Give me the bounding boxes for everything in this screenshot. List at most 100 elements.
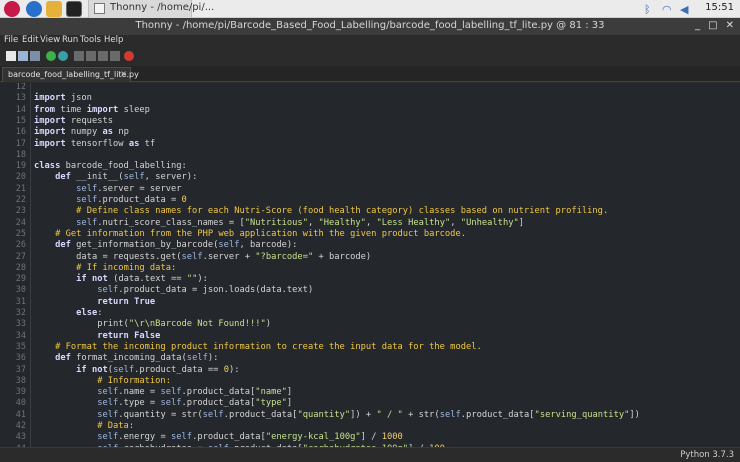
line-number: 22 [15,195,26,205]
code-line[interactable]: # If incoming data: [34,263,176,273]
open-file-icon[interactable] [18,51,28,61]
line-number: 24 [15,217,26,228]
raspberry-menu-icon[interactable] [4,1,20,17]
close-icon[interactable]: ✕ [726,20,734,31]
code-line[interactable]: self.name = self.product_data["name"] [34,387,292,397]
line-number: 18 [15,149,26,160]
volume-icon[interactable]: ◀ [680,3,688,16]
resume-icon[interactable] [110,51,120,61]
line-number: 23 [15,206,26,217]
maximize-icon[interactable]: □ [708,20,717,31]
menu-run[interactable]: Run [62,35,78,45]
taskbar-thonny-task[interactable]: Thonny - /home/pi/... [88,0,214,18]
system-taskbar: Thonny - /home/pi/... ᛒ ◠ ◀ 15:51 [0,0,740,18]
stop-icon[interactable] [124,51,134,61]
code-line[interactable]: self.server = server [34,184,181,194]
line-number: 12 [15,83,26,92]
code-line[interactable]: else: [34,308,102,318]
step-into-icon[interactable] [86,51,96,61]
window-title: Thonny - /home/pi/Barcode_Based_Food_Lab… [135,20,605,31]
menu-file[interactable]: File [4,35,18,45]
line-number: 25 [15,228,26,239]
code-line[interactable]: if not(self.product_data == 0): [34,365,239,375]
code-line[interactable]: # Information: [34,376,171,386]
step-over-icon[interactable] [74,51,84,61]
code-line[interactable]: self.product_data = json.loads(data.text… [34,285,313,295]
line-number: 41 [15,409,26,420]
code-line[interactable]: self.nutri_score_class_names = ["Nutriti… [34,218,524,228]
line-number: 14 [15,104,26,115]
code-line[interactable]: self.quantity = str(self.product_data["q… [34,410,640,420]
wifi-icon[interactable]: ◠ [662,3,672,16]
line-number: 43 [15,432,26,443]
line-number: 30 [15,285,26,296]
minimize-icon[interactable]: _ [695,20,700,31]
bluetooth-icon[interactable]: ᛒ [644,3,651,16]
clock[interactable]: 15:51 [705,2,734,13]
code-line[interactable]: print("\r\nBarcode Not Found!!!") [34,319,271,329]
code-line[interactable]: def __init__(self, server): [34,172,197,182]
code-line[interactable]: def format_incoming_data(self): [34,353,218,363]
code-line[interactable]: # Data: [34,421,134,431]
debug-icon[interactable] [58,51,68,61]
code-line[interactable]: return True [34,297,155,307]
menu-tools[interactable]: Tools [80,35,101,45]
line-number: 15 [15,115,26,126]
new-file-icon[interactable] [6,51,16,61]
code-line[interactable]: def get_information_by_barcode(self, bar… [34,240,297,250]
line-number: 31 [15,296,26,307]
interpreter-label[interactable]: Python 3.7.3 [680,450,734,460]
code-line[interactable]: return False [34,331,160,341]
tab-label: barcode_food_labelling_tf_lite.py [8,70,139,79]
line-number: 16 [15,127,26,138]
browser-icon[interactable] [26,1,42,17]
code-line[interactable]: # Format the incoming product informatio… [34,342,482,352]
code-line[interactable]: # Get information from the PHP web appli… [34,229,466,239]
system-tray: ᛒ ◠ ◀ 15:51 [644,1,734,17]
line-number: 35 [15,341,26,352]
line-number: 39 [15,387,26,398]
code-line[interactable]: # Define class names for each Nutri-Scor… [34,206,608,216]
tab-close-icon[interactable]: × [120,69,127,78]
code-line[interactable]: from time import sleep [34,105,150,115]
line-number: 37 [15,364,26,375]
menu-view[interactable]: View [40,35,60,45]
terminal-icon[interactable] [66,1,82,17]
line-number: 27 [15,251,26,262]
line-number: 20 [15,172,26,183]
step-out-icon[interactable] [98,51,108,61]
menu-edit[interactable]: Edit [22,35,38,45]
line-number: 38 [15,375,26,386]
line-number: 17 [15,138,26,149]
taskbar-task-label: Thonny - /home/pi/... [110,2,215,13]
code-line[interactable]: import tensorflow as tf [34,139,155,149]
line-number: 36 [15,353,26,364]
code-editor[interactable]: 12 13 14 15 16 17 18 19 20 21 22 23 24 25 26 27 28 29 30 31… [0,83,740,447]
toolbar [0,48,740,65]
code-line[interactable]: import json [34,93,92,103]
line-number: 40 [15,398,26,409]
code-line[interactable]: import requests [34,116,113,126]
line-number: 33 [15,319,26,330]
code-line[interactable]: class barcode_food_labelling: [34,161,187,171]
menu-help[interactable]: Help [104,35,123,45]
code-line[interactable]: import numpy as np [34,127,129,137]
menu-bar: File Edit View Run Tools Help [0,35,740,48]
line-number: 13 [15,93,26,104]
line-number: 19 [15,161,26,172]
line-number-gutter: 12 13 14 15 16 17 18 19 20 21 22 23 24 25 26 27 28 29 30 31… [0,83,30,447]
code-line[interactable]: self.product_data = 0 [34,195,187,205]
window-titlebar[interactable]: Thonny - /home/pi/Barcode_Based_Food_Lab… [0,18,740,35]
code-line[interactable]: if not (data.text == ""): [34,274,208,284]
file-manager-icon[interactable] [46,1,62,17]
line-number: 42 [15,421,26,431]
line-number: 34 [15,330,26,341]
line-number: 32 [15,308,26,318]
line-number: 29 [15,274,26,285]
run-icon[interactable] [46,51,56,61]
save-file-icon[interactable] [30,51,40,61]
code-line[interactable]: data = requests.get(self.server + "?barc… [34,252,371,262]
code-line[interactable]: self.energy = self.product_data["energy-… [34,432,403,442]
code-line[interactable]: self.type = self.product_data["type"] [34,398,292,408]
tab-barcode-food-labelling[interactable]: barcode_food_labelling_tf_lite.py × [2,67,139,82]
